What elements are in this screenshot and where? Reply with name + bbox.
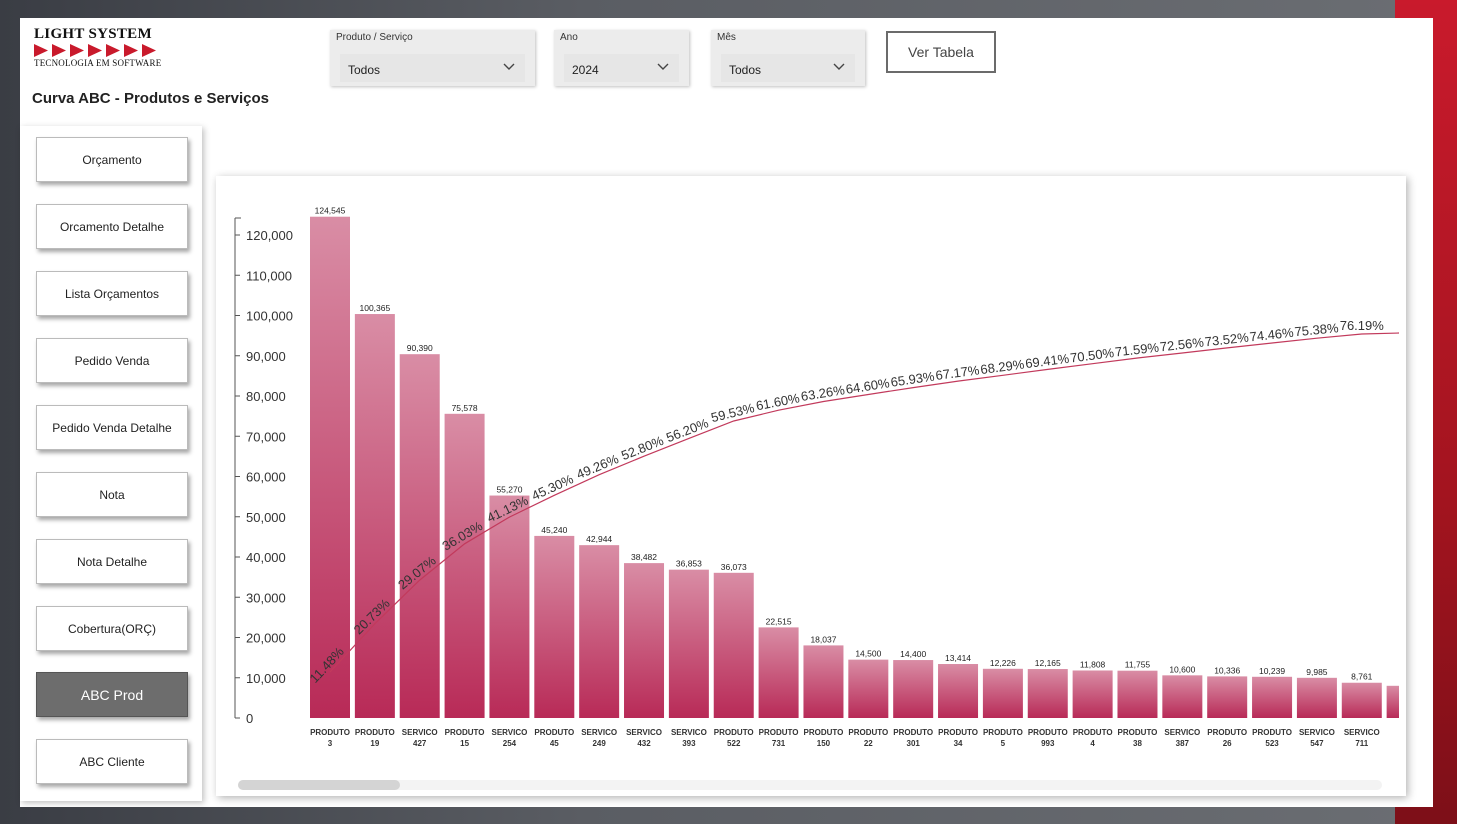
filter-produto-servico[interactable]: Produto / Serviço Todos (330, 30, 535, 86)
ver-tabela-button[interactable]: Ver Tabela (886, 31, 996, 73)
chevron-down-icon (833, 63, 845, 70)
nav-orcamento-button[interactable]: Orçamento (36, 137, 188, 182)
nav-pedido-venda-detalhe-button[interactable]: Pedido Venda Detalhe (36, 405, 188, 450)
nav-pedido-venda-button[interactable]: Pedido Venda (36, 338, 188, 383)
nav-lista-orcamentos-button[interactable]: Lista Orçamentos (36, 271, 188, 316)
nav-panel: Orçamento Orcamento Detalhe Lista Orçame… (20, 126, 202, 801)
nav-nota-detalhe-button[interactable]: Nota Detalhe (36, 539, 188, 584)
filter-dropdown[interactable]: Todos (340, 54, 525, 82)
chevron-down-icon (657, 63, 669, 70)
filter-label: Ano (560, 32, 578, 43)
nav-abc-cliente-button[interactable]: ABC Cliente (36, 739, 188, 784)
logo-name: LIGHT SYSTEM (34, 26, 152, 42)
filter-value: Todos (729, 63, 762, 77)
filter-ano[interactable]: Ano 2024 (554, 30, 689, 86)
filter-value: Todos (348, 63, 381, 77)
nav-abc-prod-button[interactable]: ABC Prod (36, 672, 188, 717)
filter-value: 2024 (572, 63, 599, 77)
nav-cobertura-button[interactable]: Cobertura(ORÇ) (36, 606, 188, 651)
filter-mes[interactable]: Mês Todos (711, 30, 865, 86)
page-title: Curva ABC - Produtos e Serviços (32, 90, 270, 107)
nav-nota-button[interactable]: Nota (36, 472, 188, 517)
filter-label: Mês (717, 32, 736, 43)
report-canvas: LIGHT SYSTEM TECNOLOGIA EM SOFTWARE Curv… (20, 18, 1433, 807)
chevron-down-icon (503, 63, 515, 70)
chart-scrollbar[interactable] (238, 780, 1382, 790)
chart-scrollbar-thumb[interactable] (238, 780, 400, 790)
filter-dropdown[interactable]: 2024 (564, 54, 679, 82)
filter-dropdown[interactable]: Todos (721, 54, 855, 82)
logo-arrows-icon (34, 44, 156, 57)
company-logo: LIGHT SYSTEM TECNOLOGIA EM SOFTWARE (34, 26, 164, 76)
filter-label: Produto / Serviço (336, 32, 413, 43)
abc-chart-card (216, 176, 1406, 796)
nav-orcamento-detalhe-button[interactable]: Orcamento Detalhe (36, 204, 188, 249)
logo-tagline: TECNOLOGIA EM SOFTWARE (34, 58, 162, 68)
